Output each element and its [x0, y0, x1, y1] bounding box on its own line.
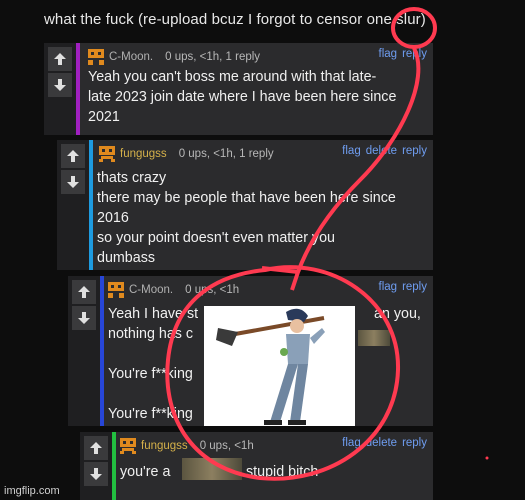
watermark: imgflip.com: [4, 485, 60, 497]
annotation-arrow: [296, 47, 421, 273]
annotation-circle-large: [165, 265, 401, 481]
annotation-overlay: [165, 7, 489, 481]
annotation-circle-small: [391, 7, 437, 49]
